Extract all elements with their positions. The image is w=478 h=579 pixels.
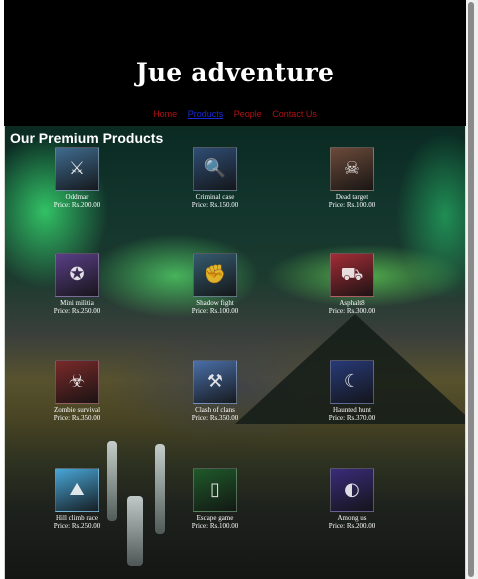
product-price: Price: Rs.350.00 (53, 414, 101, 422)
product-image[interactable]: ☾ (330, 360, 374, 404)
product-price: Price: Rs.100.00 (191, 522, 239, 530)
product-price: Price: Rs.100.00 (191, 307, 239, 315)
product-name: Dead target (335, 193, 369, 201)
product-card[interactable]: ✪ Mini militia Price: Rs.250.00 (22, 253, 132, 315)
product-card[interactable]: ✊ Shadow fight Price: Rs.100.00 (160, 253, 270, 315)
product-name: Mini militia (60, 299, 94, 307)
product-name: Oddmar (65, 193, 89, 201)
product-price: Price: Rs.300.00 (328, 307, 376, 315)
site-title: Jue adventure (135, 58, 335, 87)
haunted-icon: ☾ (343, 371, 361, 392)
section-heading: Our Premium Products (10, 130, 164, 146)
product-card[interactable]: ⚔ Oddmar Price: Rs.200.00 (22, 147, 132, 209)
product-name: Among us (337, 514, 367, 522)
product-card[interactable]: ⛟ Asphalt8 Price: Rs.300.00 (297, 253, 407, 315)
product-image[interactable]: ⚔ (55, 147, 99, 191)
product-image[interactable]: ⚒ (193, 360, 237, 404)
zombie-survivor-icon: ☣ (68, 371, 86, 392)
product-name: Clash of clans (195, 406, 235, 414)
product-card[interactable]: ☠ Dead target Price: Rs.100.00 (297, 147, 407, 209)
race-car-icon: ⛟ (340, 264, 364, 285)
product-card[interactable]: ☣ Zombie survival Price: Rs.350.00 (22, 360, 132, 422)
site-header: Jue adventure Home Products People Conta… (4, 0, 466, 126)
zombie-icon: ☠ (343, 158, 361, 179)
product-card[interactable]: ▯ Escape game Price: Rs.100.00 (160, 468, 270, 530)
product-image[interactable]: ▯ (193, 468, 237, 512)
main-nav: Home Products People Contact Us (4, 109, 466, 119)
product-image[interactable]: ✪ (55, 253, 99, 297)
nav-link-contact-us[interactable]: Contact Us (272, 109, 317, 119)
product-price: Price: Rs.200.00 (53, 201, 101, 209)
product-name: Criminal case (195, 193, 235, 201)
nav-link-home[interactable]: Home (153, 109, 177, 119)
product-price: Price: Rs.150.00 (191, 201, 239, 209)
product-image[interactable]: ✊ (193, 253, 237, 297)
product-image[interactable]: ⛟ (330, 253, 374, 297)
product-name: Haunted hunt (333, 406, 371, 414)
product-card[interactable]: 🔍 Criminal case Price: Rs.150.00 (160, 147, 270, 209)
nav-link-people[interactable]: People (234, 109, 262, 119)
product-card[interactable]: ◐ Among us Price: Rs.200.00 (297, 468, 407, 530)
vertical-scrollbar[interactable] (466, 0, 478, 579)
scrollbar-thumb[interactable] (468, 2, 474, 577)
product-card[interactable]: ⛰ Hill climb race Price: Rs.250.00 (22, 468, 132, 530)
crewmate-icon: ◐ (344, 479, 360, 500)
product-price: Price: Rs.100.00 (328, 201, 376, 209)
hill-climb-icon: ⛰ (69, 479, 85, 500)
product-name: Shadow fight (196, 299, 234, 307)
nav-link-products[interactable]: Products (188, 109, 224, 119)
product-price: Price: Rs.200.00 (328, 522, 376, 530)
product-price: Price: Rs.250.00 (53, 307, 101, 315)
viking-icon: ⚔ (68, 158, 86, 179)
product-name: Escape game (196, 514, 234, 522)
product-image[interactable]: ☠ (330, 147, 374, 191)
product-price: Price: Rs.250.00 (53, 522, 101, 530)
products-section: Our Premium Products ⚔ Oddmar Price: Rs.20… (4, 126, 466, 579)
soldier-icon: ✪ (69, 264, 85, 285)
product-name: Zombie survival (53, 406, 101, 414)
product-image[interactable]: ◐ (330, 468, 374, 512)
fighter-icon: ✊ (203, 264, 227, 285)
barbarian-icon: ⚒ (206, 371, 224, 392)
product-image[interactable]: ☣ (55, 360, 99, 404)
product-image[interactable]: 🔍 (193, 147, 237, 191)
escape-door-icon: ▯ (210, 479, 220, 500)
product-price: Price: Rs.350.00 (191, 414, 239, 422)
product-image[interactable]: ⛰ (55, 468, 99, 512)
product-card[interactable]: ⚒ Clash of clans Price: Rs.350.00 (160, 360, 270, 422)
detective-icon: 🔍 (203, 158, 227, 179)
product-price: Price: Rs.370.00 (328, 414, 376, 422)
product-name: Hill climb race (56, 514, 98, 522)
product-name: Asphalt8 (339, 299, 365, 307)
page: Jue adventure Home Products People Conta… (4, 0, 466, 579)
product-card[interactable]: ☾ Haunted hunt Price: Rs.370.00 (297, 360, 407, 422)
